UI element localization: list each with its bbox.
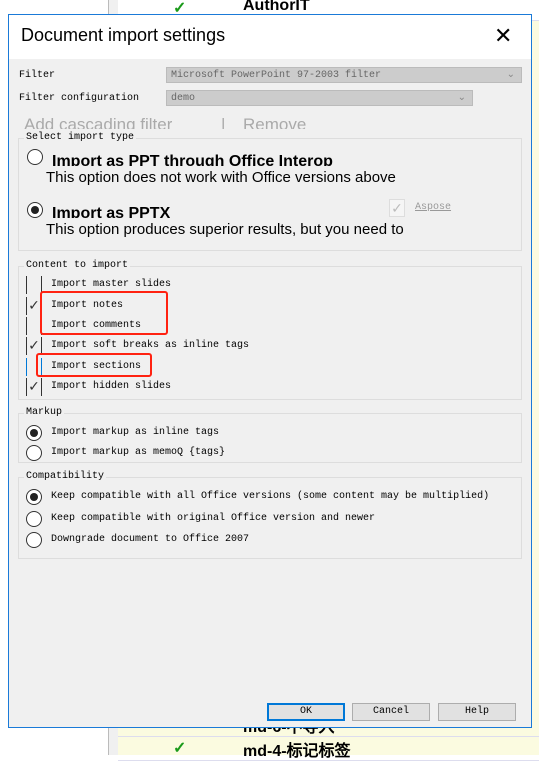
cancel-button[interactable]: Cancel [352,703,430,721]
import-pptx-radio[interactable] [27,202,43,218]
inline-tags-radio[interactable] [26,425,42,441]
group-title: Select import type [24,132,137,143]
ok-button[interactable]: OK [267,703,345,721]
group-title: Markup [24,407,65,418]
dialog-title: Document import settings [21,25,226,45]
import-ppt-radio[interactable] [27,149,43,165]
filter-configuration-select[interactable]: demo ⌄ [166,90,473,106]
chevron-down-icon: ⌄ [506,70,515,81]
import-ppt-label[interactable]: Import as PPT through Office Interop [52,153,333,166]
content-to-import-group: Content to import Import master slides ✓… [18,260,522,400]
filter-value: Microsoft PowerPoint 97-2003 filter [171,70,382,81]
filter-configuration-label: Filter configuration [19,93,140,104]
filter-select[interactable]: Microsoft PowerPoint 97-2003 filter ⌄ [166,67,522,83]
highlight-annotation [40,291,168,335]
chevron-down-icon: ⌄ [457,93,466,104]
import-master-slides-label: Import master slides [51,279,172,290]
memoq-tags-radio[interactable] [26,445,42,461]
compatibility-group: Compatibility Keep compatible with all O… [18,471,522,559]
add-cascading-filter-link[interactable]: Add cascading filter [24,115,172,129]
aspose-label: Aspose [415,202,452,213]
aspose-checkbox[interactable]: ✓ [389,199,405,217]
title-bar: Document import settings ✕ [9,15,531,59]
filter-configuration-value: demo [171,93,196,104]
background-row: ✓ md-4-标记标签 [118,736,539,761]
import-hidden-slides-label: Import hidden slides [51,381,172,392]
compat-original-label: Keep compatible with original Office ver… [51,513,376,524]
group-title: Content to import [24,260,131,271]
close-icon[interactable]: ✕ [494,23,512,49]
import-pptx-description: This option produces superior results, b… [46,221,404,238]
highlight-annotation [36,353,152,377]
import-type-group: Select import type Import as PPT through… [18,132,522,251]
compat-all-label: Keep compatible with all Office versions… [51,491,490,502]
compat-all-radio[interactable] [26,489,42,505]
markup-group: Markup Import markup as inline tags Impo… [18,407,522,463]
link-separator: | [221,115,226,129]
remove-link[interactable]: Remove [243,115,306,129]
filter-label: Filter [19,70,56,81]
help-button[interactable]: Help [438,703,516,721]
import-ppt-description: This option does not work with Office ve… [46,169,396,186]
downgrade-label: Downgrade document to Office 2007 [51,534,250,545]
document-import-settings-dialog: Document import settings ✕ Filter Micros… [8,14,532,728]
import-soft-breaks-label: Import soft breaks as inline tags [51,340,250,351]
group-title: Compatibility [24,471,107,482]
memoq-tags-label: Import markup as memoQ {tags} [51,447,226,458]
import-hidden-slides-checkbox[interactable]: ✓ [26,378,42,396]
compat-original-radio[interactable] [26,511,42,527]
import-pptx-label[interactable]: Import as PPTX [52,205,170,218]
check-icon: ✓ [173,740,187,757]
inline-tags-label: Import markup as inline tags [51,427,220,438]
downgrade-radio[interactable] [26,532,42,548]
